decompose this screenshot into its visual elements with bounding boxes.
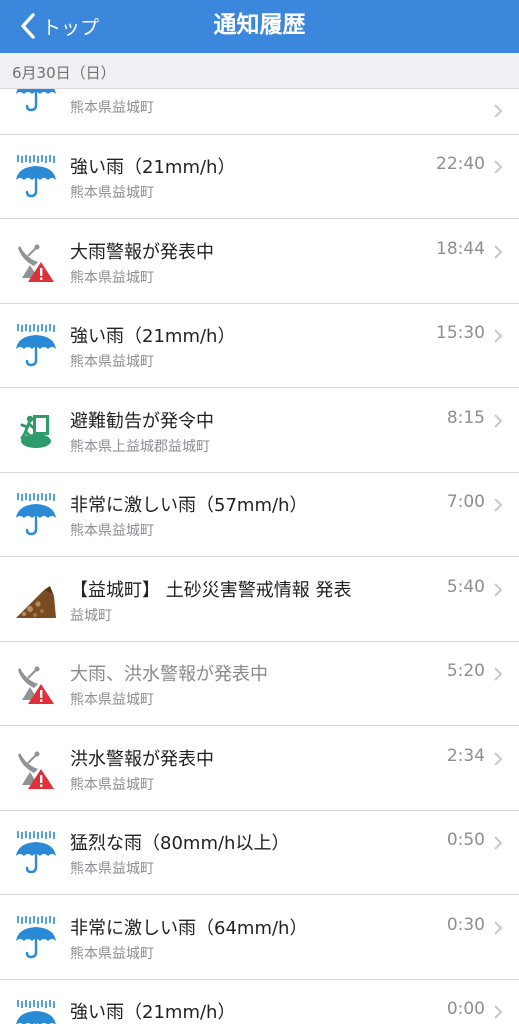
item-title: 猛烈な雨（80mm/h以上） [70,833,290,854]
item-title: 大雨、洪水警報が発表中 [70,664,268,685]
list-item[interactable]: 非常に激しい雨（57mm/h） 熊本県益城町 7:00 [0,473,519,557]
chevron-right-icon [493,103,503,119]
rain-icon [14,491,58,537]
list-item[interactable]: 強い雨（21mm/h） 熊本県益城町 22:40 [0,135,519,219]
chevron-right-icon [493,244,503,260]
rain-icon [14,914,58,960]
chevron-right-icon [493,413,503,429]
section-date: 6月30日（日） [12,64,116,82]
item-subtitle: 熊本県上益城郡益城町 [70,438,210,455]
warning-icon [14,238,58,284]
item-time: 0:30 [446,914,485,935]
warning-icon [14,745,58,791]
page-title: 通知履歴 [213,12,306,38]
item-time: 5:40 [446,576,485,597]
item-subtitle: 熊本県益城町 [70,269,154,286]
list-item[interactable]: 大雨警報が発表中熊本県益城町 18:44 [0,219,519,304]
list-item[interactable]: 洪水警報が発表中熊本県益城町 2:34 [0,726,519,811]
navigation-bar: トップ 通知履歴 [0,0,519,53]
item-title: 避難勧告が発令中 [70,410,214,432]
item-subtitle: 熊本県益城町 [70,185,154,201]
list-item[interactable]: 猛烈な雨（80mm/h以上） 熊本県益城町 0:50 [0,811,519,895]
list-item[interactable]: 強い雨（21mm/h） 0:00 [0,980,519,1024]
list-item[interactable]: 強い雨（21mm/h） 熊本県益城町 15:30 [0,304,519,388]
chevron-right-icon [493,920,503,936]
list-item[interactable]: 非常に激しい雨（64mm/h） 熊本県益城町 0:30 [0,895,519,980]
chevron-right-icon [493,751,503,767]
item-subtitle: 熊本県益城町 [70,523,154,539]
item-time: 5:20 [446,661,485,681]
chevron-right-icon [493,159,503,175]
item-time: 15:30 [436,323,485,343]
section-header-date: 6月30日（日） [0,53,519,89]
item-subtitle: 熊本県益城町 [70,861,154,877]
notification-list: 熊本県益城町 強い雨（21mm/h） 熊本県益城町 22:40 大雨警報が発表中 熊本県… [0,0,519,1024]
item-time: 22:40 [436,154,485,174]
chevron-right-icon [493,835,503,851]
chevron-right-icon [493,582,503,598]
item-subtitle: 熊本県益城町 [70,692,154,708]
chevron-right-icon [493,1004,503,1020]
item-title: 非常に激しい雨（64mm/h） [70,917,308,939]
item-subtitle: 熊本県益城町 [70,354,154,370]
item-title: 強い雨（21mm/h） [70,157,236,178]
list-item[interactable]: 熊本県益城町 [0,83,519,135]
rain-icon [14,998,58,1024]
item-time: 18:44 [436,238,485,259]
item-time: 2:34 [446,745,485,766]
item-subtitle: 熊本県益城町 [70,945,154,962]
item-title: 大雨警報が発表中 [70,241,214,263]
item-time: 0:50 [446,830,485,850]
item-title: 非常に激しい雨（57mm/h） [70,495,308,516]
rain-icon [14,153,58,199]
rain-icon [14,829,58,875]
chevron-right-icon [493,497,503,513]
chevron-right-icon [493,328,503,344]
item-subtitle: 熊本県益城町 [70,100,154,116]
list-item[interactable]: 【益城町】 土砂災害警戒情報 発表益城町 5:40 [0,557,519,642]
rain-icon [14,322,58,368]
item-time: 0:00 [446,999,485,1019]
evacuation-icon [14,407,58,453]
item-time: 7:00 [446,492,485,512]
item-subtitle: 益城町 [70,607,112,624]
item-title: 洪水警報が発表中 [70,748,214,770]
item-title: 強い雨（21mm/h） [70,326,236,347]
item-title: 【益城町】 土砂災害警戒情報 発表 [70,579,352,601]
warning-icon [14,660,58,706]
list-item[interactable]: 避難勧告が発令中熊本県上益城郡益城町 8:15 [0,388,519,473]
item-time: 8:15 [446,407,485,428]
list-item[interactable]: 大雨、洪水警報が発表中熊本県益城町 5:20 [0,642,519,726]
item-subtitle: 熊本県益城町 [70,776,154,793]
item-title: 強い雨（21mm/h） [70,1002,236,1023]
chevron-right-icon [493,666,503,682]
landslide-icon [14,576,58,622]
